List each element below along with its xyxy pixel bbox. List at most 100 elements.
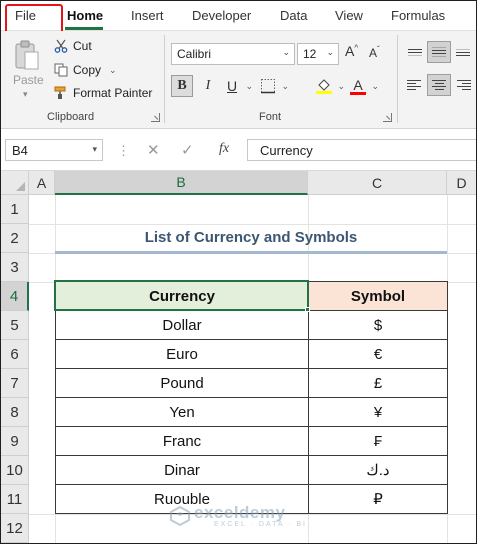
row-header-8[interactable]: 8 [1,398,29,427]
currency-cell[interactable]: Dinar [55,455,309,485]
row-header-6[interactable]: 6 [1,340,29,369]
symbol-cell[interactable]: € [308,339,448,369]
tab-formulas[interactable]: Formulas [391,8,445,23]
tab-insert[interactable]: Insert [131,8,164,23]
worksheet-grid[interactable]: A B C D 1 2 3 4 5 6 7 8 9 10 11 12 List … [1,171,476,543]
tab-developer[interactable]: Developer [192,8,251,23]
cancel-icon[interactable]: ✕ [147,141,160,159]
format-painter-label: Format Painter [73,86,153,100]
copy-button[interactable]: Copy ⌄ [53,61,117,79]
row-header-5[interactable]: 5 [1,311,29,340]
symbol-cell[interactable]: ₣ [308,426,448,456]
exceldemy-watermark: exceldemy EXCEL · DATA · BI [169,503,307,528]
table-row: Franc ₣ [55,426,448,456]
column-header-b[interactable]: B [55,171,308,195]
row-header-4[interactable]: 4 [1,282,29,311]
paste-icon[interactable] [13,39,41,71]
paste-dropdown-icon[interactable]: ▾ [23,89,28,100]
paste-label[interactable]: Paste [13,73,44,87]
copy-label: Copy [73,63,102,77]
symbol-cell[interactable]: ¥ [308,397,448,427]
align-right-button[interactable] [451,74,475,96]
currency-cell[interactable]: Franc [55,426,309,456]
watermark-tagline: EXCEL · DATA · BI [214,521,307,528]
symbol-cell[interactable]: د.ك [308,455,448,485]
bold-button[interactable]: B [171,75,193,97]
row-header-3[interactable]: 3 [1,253,29,282]
clipboard-launcher-icon[interactable] [151,113,160,122]
row-header-2[interactable]: 2 [1,224,29,253]
title-underline [55,251,447,254]
fill-color-button[interactable]: ⌄ [313,75,345,97]
name-box[interactable]: B4 ▾ [5,139,103,161]
chevron-down-icon: ⌄ [282,47,290,57]
chevron-down-icon[interactable]: ⌄ [245,81,253,92]
currency-table: Currency Symbol Dollar $ Euro € Pound £ … [55,281,448,514]
table-row: Dinar د.ك [55,455,448,485]
watermark-name: exceldemy [194,503,286,522]
font-name-select[interactable]: Calibri ⌄ [171,43,295,65]
increase-font-size-button[interactable]: A^ [345,43,358,59]
insert-function-button[interactable]: fx [219,141,229,157]
italic-button[interactable]: I [197,75,219,97]
cut-label: Cut [73,39,92,53]
row-header-7[interactable]: 7 [1,369,29,398]
borders-button[interactable]: ⌄ [257,75,289,97]
column-header-d[interactable]: D [447,171,476,195]
align-center-button[interactable] [427,74,451,96]
copy-icon [53,62,69,78]
clipboard-group-label: Clipboard [47,111,95,123]
fill-handle[interactable] [305,307,310,312]
format-painter-button[interactable]: Format Painter [53,84,152,102]
italic-label: I [205,78,211,93]
underline-button[interactable]: U ⌄ [221,75,253,97]
chevron-down-icon[interactable]: ⌄ [371,81,379,92]
symbol-cell[interactable]: $ [308,310,448,340]
table-row: Yen ¥ [55,397,448,427]
table-row: Euro € [55,339,448,369]
currency-cell[interactable]: Pound [55,368,309,398]
row-header-11[interactable]: 11 [1,485,29,514]
cut-button[interactable]: Cut [53,37,92,55]
table-row: Dollar $ [55,310,448,340]
group-divider [397,35,398,123]
underline-label: U [226,78,238,94]
header-currency[interactable]: Currency [55,281,309,311]
formula-input[interactable]: Currency [247,139,476,161]
tab-data[interactable]: Data [280,8,307,23]
font-size-select[interactable]: 12 ⌄ [297,43,339,65]
row-header-9[interactable]: 9 [1,427,29,456]
chevron-down-icon[interactable]: ⌄ [281,81,289,92]
font-color-button[interactable]: A ⌄ [347,75,379,97]
row-header-12[interactable]: 12 [1,514,29,543]
row-header-10[interactable]: 10 [1,456,29,485]
row-header-1[interactable]: 1 [1,195,29,224]
column-header-c[interactable]: C [308,171,447,195]
font-launcher-icon[interactable] [383,113,392,122]
decrease-font-size-button[interactable]: Aˇ [369,45,380,60]
align-top-button[interactable] [403,41,427,63]
align-middle-button[interactable] [427,41,451,63]
excel-window: File Home Insert Developer Data View For… [0,0,477,544]
align-bottom-button[interactable] [451,41,475,63]
sheet-title[interactable]: List of Currency and Symbols [55,223,447,251]
tab-view[interactable]: View [335,8,363,23]
chevron-down-icon[interactable]: ▾ [92,144,97,155]
paint-bucket-icon [316,79,332,94]
active-tab-indicator [65,27,103,30]
chevron-down-icon: ⌄ [326,47,334,57]
currency-cell[interactable]: Euro [55,339,309,369]
currency-cell[interactable]: Yen [55,397,309,427]
select-all-button[interactable] [1,171,29,195]
header-symbol[interactable]: Symbol [308,281,448,311]
column-header-a[interactable]: A [29,171,55,195]
copy-dropdown-icon[interactable]: ⌄ [109,65,117,76]
currency-cell[interactable]: Dollar [55,310,309,340]
symbol-cell[interactable]: £ [308,368,448,398]
formula-bar-resize-handle[interactable]: ⋮ [117,143,130,159]
symbol-cell[interactable]: ₽ [308,484,448,514]
chevron-down-icon[interactable]: ⌄ [337,81,345,92]
align-left-button[interactable] [403,74,427,96]
tab-home[interactable]: Home [67,8,103,23]
checkmark-icon[interactable]: ✓ [181,141,194,159]
